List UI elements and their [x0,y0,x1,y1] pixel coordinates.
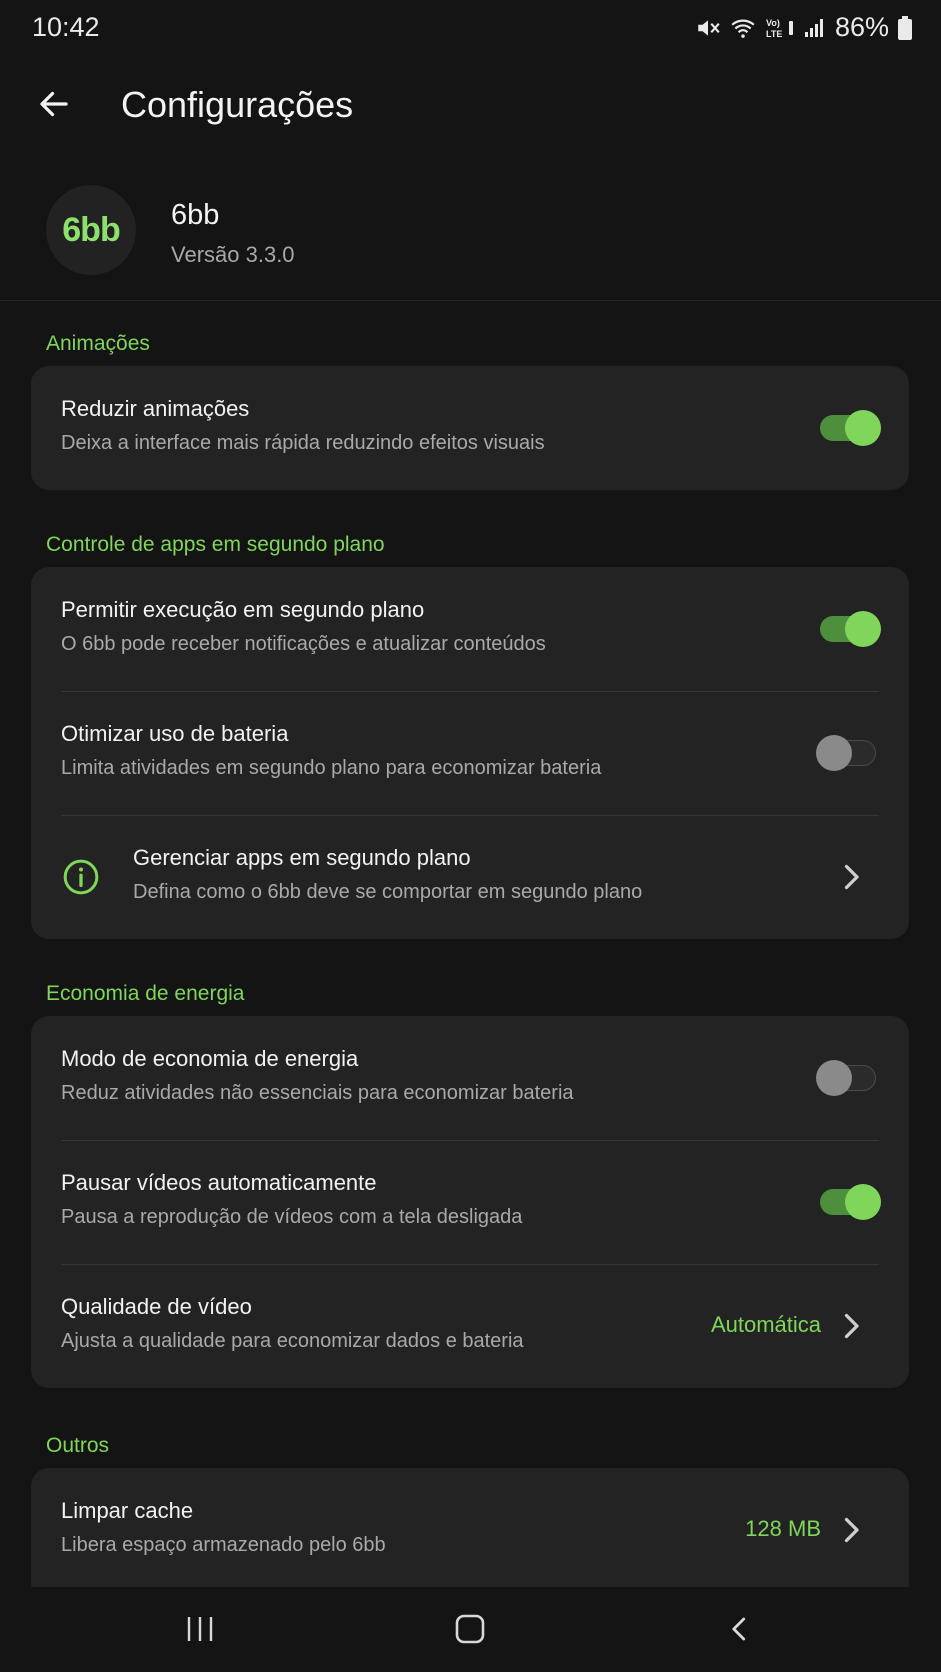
back-icon [732,1617,746,1641]
setting-subtitle: Limita atividades em segundo plano para … [61,757,602,779]
setting-title: Qualidade de vídeo [61,1294,252,1319]
optimize-battery-toggle[interactable] [816,735,878,771]
page-title: Configurações [121,84,354,125]
chevron-right-icon [844,864,859,890]
setting-title: Modo de economia de energia [61,1046,359,1071]
info-icon [63,859,99,895]
app-bar: Configurações [0,60,941,150]
setting-title: Reduzir animações [61,396,250,421]
volte-icon: Vo) LTE [765,15,795,41]
recents-button[interactable] [170,1607,230,1651]
back-button[interactable] [30,80,78,128]
setting-subtitle: Reduz atividades não essenciais para eco… [61,1082,574,1104]
setting-subtitle: Deixa a interface mais rápida reduzindo … [61,432,545,454]
card-energy: Modo de economia de energia Reduz ativid… [31,1016,909,1388]
setting-video-quality[interactable]: Qualidade de vídeo Ajusta a qualidade pa… [31,1264,909,1388]
status-icons: Vo) LTE 86% [695,12,913,43]
section-title-energy: Economia de energia [46,982,245,1005]
setting-auto-pause[interactable]: Pausar vídeos automaticamente Pausa a re… [31,1140,909,1264]
battery-percent: 86% [834,12,889,42]
card-background: Permitir execução em segundo plano O 6bb… [31,567,909,939]
svg-text:Vo): Vo) [766,18,780,28]
app-logo-text: 6bb [62,210,120,249]
mute-icon [695,15,721,41]
wifi-icon [729,15,757,41]
reduce-animations-toggle[interactable] [818,410,881,446]
home-icon [455,1614,485,1644]
setting-subtitle: Defina como o 6bb deve se comportar em s… [133,881,643,903]
setting-manage-background[interactable]: Gerenciar apps em segundo plano Defina c… [31,815,909,939]
card-animations: Reduzir animações Deixa a interface mais… [31,366,909,490]
cache-size-value: 128 MB [745,1516,821,1541]
chevron-right-icon [844,1517,859,1543]
signal-icon [803,15,827,41]
setting-clear-cache[interactable]: Limpar cache Libera espaço armazenado pe… [31,1468,909,1587]
setting-title: Limpar cache [61,1498,194,1523]
setting-title: Pausar vídeos automaticamente [61,1170,377,1195]
setting-subtitle: Pausa a reprodução de vídeos com a tela … [61,1206,523,1228]
app-name: 6bb [171,199,220,231]
card-others: Limpar cache Libera espaço armazenado pe… [31,1468,909,1587]
app-version: Versão 3.3.0 [171,242,295,267]
section-title-background: Controle de apps em segundo plano [46,533,385,556]
power-saving-toggle[interactable] [816,1060,878,1096]
video-quality-value: Automática [710,1312,821,1337]
nav-back-button[interactable] [710,1607,770,1651]
status-bar: 10:42 Vo) LTE 86% [0,0,941,56]
system-nav-bar [0,1587,941,1672]
setting-subtitle: O 6bb pode receber notificações e atuali… [61,633,546,655]
setting-reduce-animations[interactable]: Reduzir animações Deixa a interface mais… [31,366,909,490]
battery-icon [897,15,913,41]
svg-text:LTE: LTE [766,29,782,39]
setting-title: Permitir execução em segundo plano [61,597,425,622]
setting-allow-background[interactable]: Permitir execução em segundo plano O 6bb… [31,567,909,691]
arrow-left-icon [40,91,68,117]
allow-background-toggle[interactable] [818,611,881,647]
recents-icon [187,1617,213,1641]
app-logo: 6bb [46,185,136,275]
setting-title: Gerenciar apps em segundo plano [133,845,471,870]
app-info-header: 6bb 6bb Versão 3.3.0 [0,185,941,301]
setting-power-saving[interactable]: Modo de economia de energia Reduz ativid… [31,1016,909,1140]
setting-title: Otimizar uso de bateria [61,721,289,746]
status-time: 10:42 [32,12,100,42]
section-title-others: Outros [46,1434,110,1457]
setting-optimize-battery[interactable]: Otimizar uso de bateria Limita atividade… [31,691,909,815]
section-title-animations: Animações [46,332,150,355]
setting-subtitle: Libera espaço armazenado pelo 6bb [61,1534,386,1556]
chevron-right-icon [844,1313,859,1339]
setting-subtitle: Ajusta a qualidade para economizar dados… [61,1330,524,1352]
auto-pause-toggle[interactable] [818,1184,881,1220]
home-button[interactable] [440,1607,500,1651]
